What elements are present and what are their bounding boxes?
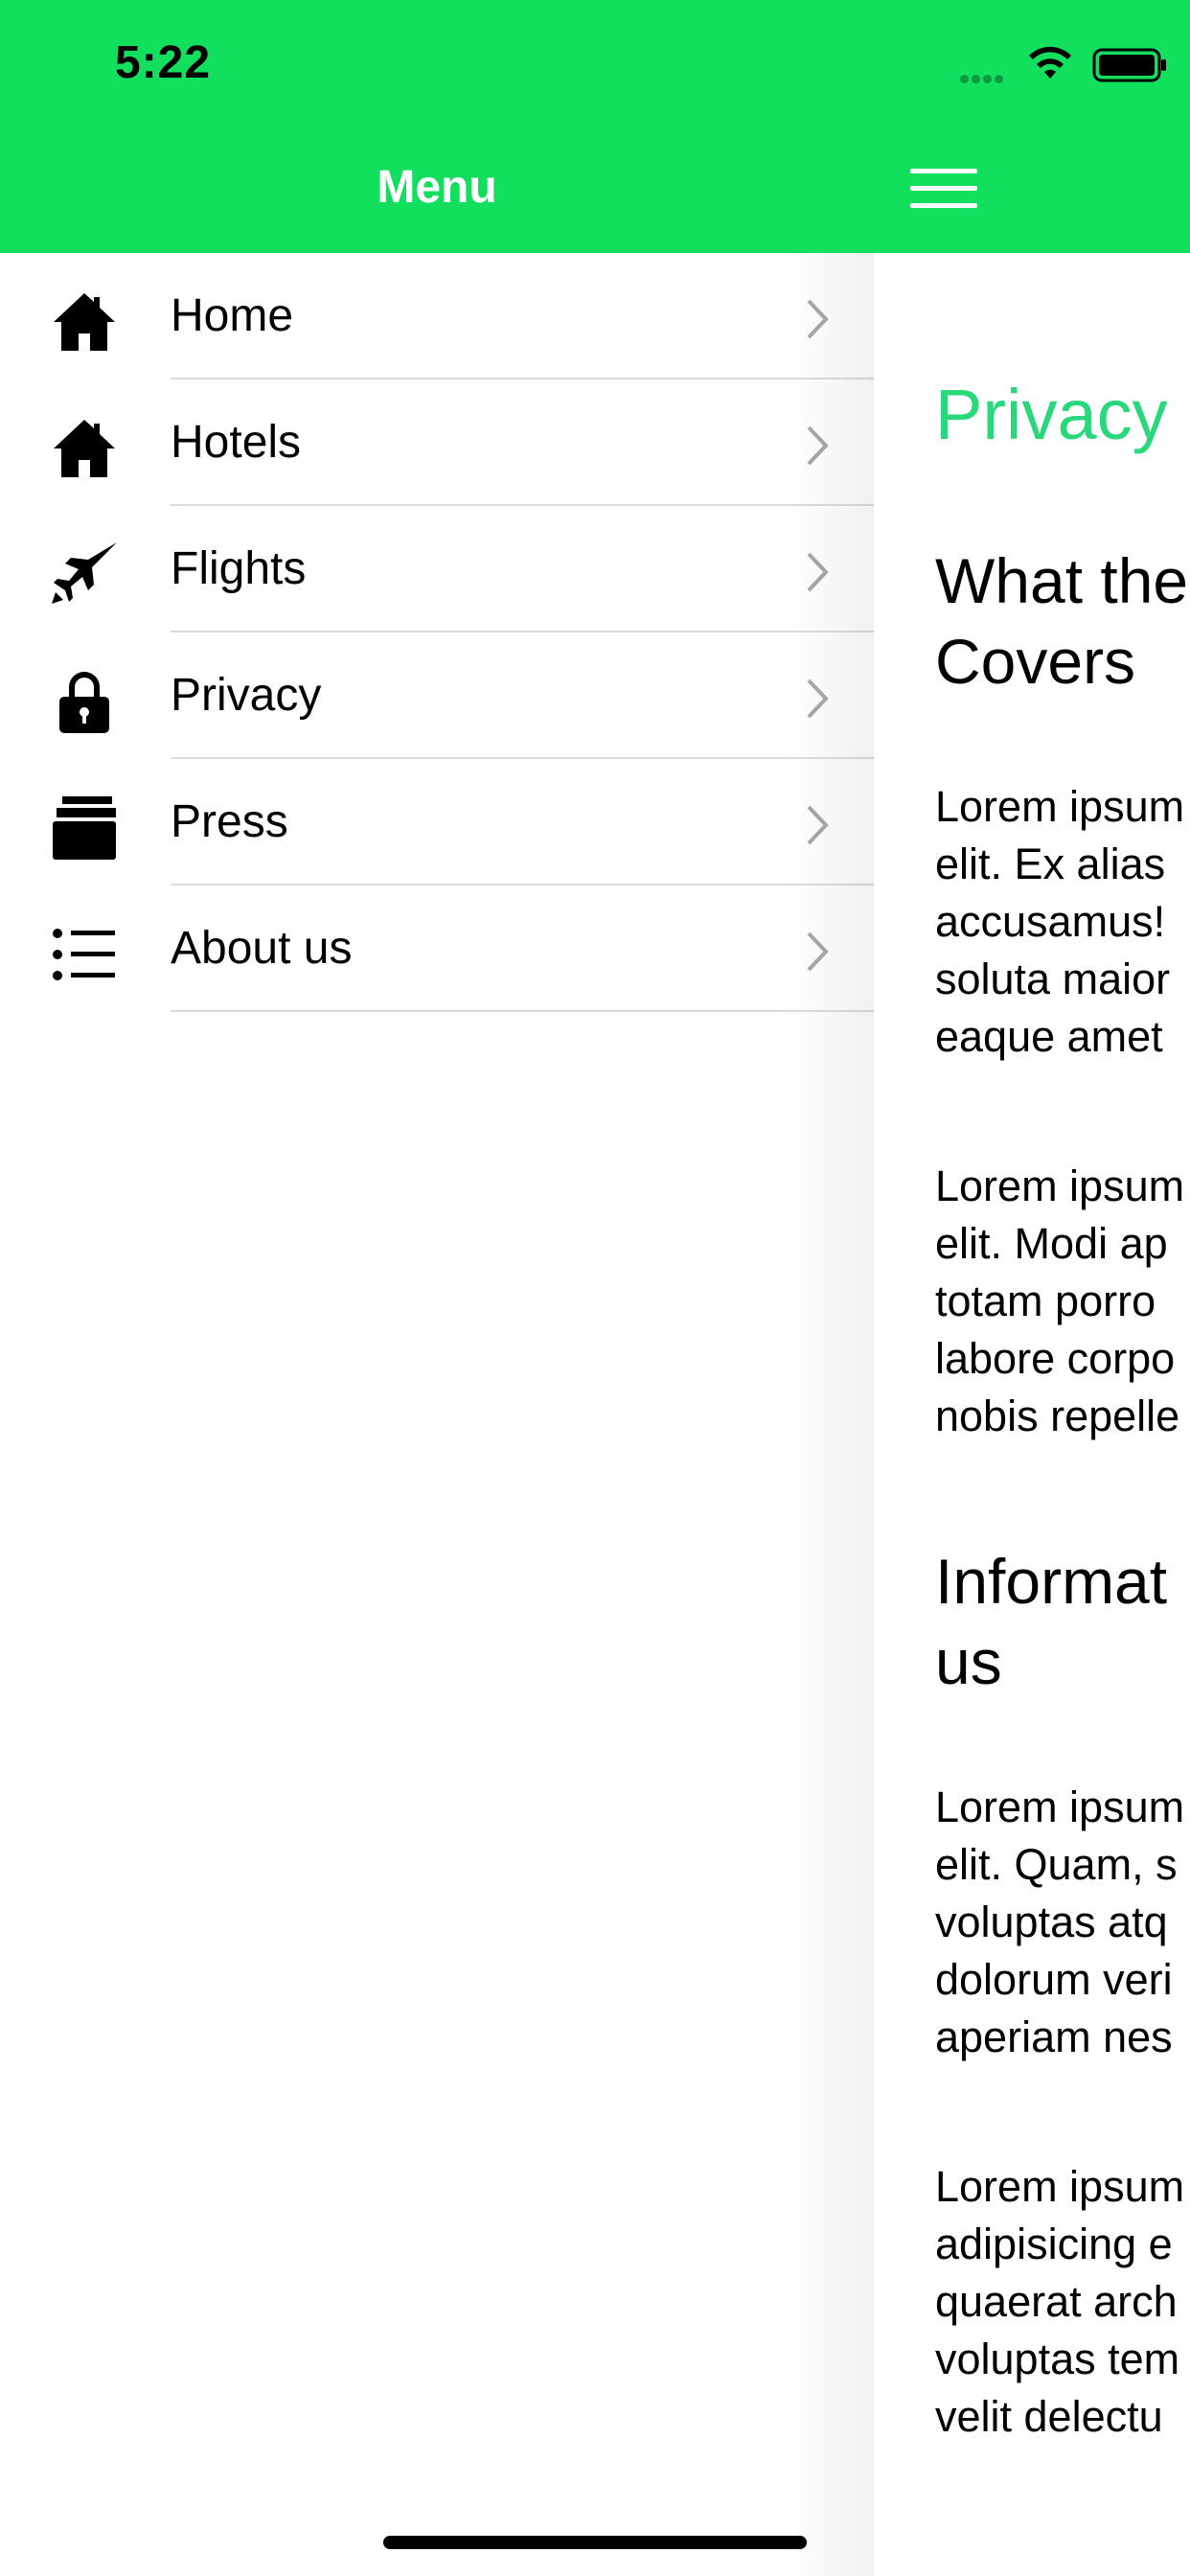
privacy-page[interactable]: Privacy What the Covers Lorem ipsum elit.… — [874, 253, 1190, 2576]
signal-icon — [960, 71, 1006, 88]
home-icon — [50, 414, 119, 483]
menu-item-about-us[interactable]: About us — [0, 886, 874, 1012]
menu-item-hotels[interactable]: Hotels — [0, 380, 874, 506]
lock-icon — [50, 667, 119, 736]
menu-title: Menu — [377, 162, 497, 213]
chevron-right-icon — [807, 932, 829, 972]
home-icon — [50, 288, 119, 356]
menu-item-privacy[interactable]: Privacy — [0, 632, 874, 759]
printer-icon — [50, 794, 119, 862]
jet-icon — [50, 540, 119, 610]
chevron-right-icon — [807, 299, 829, 339]
list-icon — [50, 920, 119, 989]
page-title: Privacy — [935, 375, 1168, 454]
home-indicator[interactable] — [383, 2536, 807, 2549]
menu-item-home[interactable]: Home — [0, 253, 874, 380]
menu-item-label: About us — [171, 923, 353, 974]
paragraph: Lorem ipsum elit. Quam, s voluptas atq dolo… — [935, 1782, 1185, 2061]
chevron-right-icon — [807, 678, 829, 719]
menu-item-flights[interactable]: Flights — [0, 506, 874, 632]
menu-item-label: Press — [171, 796, 288, 847]
menu-item-label: Privacy — [171, 670, 322, 721]
menu-item-press[interactable]: Press — [0, 759, 874, 886]
status-icons — [903, 38, 1190, 96]
paragraph: Lorem ipsum elit. Ex alias accusamus! solut… — [935, 782, 1185, 1061]
section-heading: Informat us — [935, 1546, 1168, 1697]
divider — [171, 1010, 874, 1012]
top-bar: 5:22 Menu — [0, 0, 1190, 253]
menu-item-label: Hotels — [171, 417, 302, 468]
paragraph: Lorem ipsum adipisicing e quaerat arch volu… — [935, 2162, 1185, 2441]
menu-item-label: Home — [171, 290, 294, 341]
chevron-right-icon — [807, 552, 829, 592]
side-drawer: Home Hotels Flights Privacy Press About … — [0, 253, 874, 2576]
chevron-right-icon — [807, 426, 829, 466]
paragraph: Lorem ipsum elit. Modi ap totam porro labor… — [935, 1162, 1185, 1440]
status-time: 5:22 — [115, 37, 212, 88]
chevron-right-icon — [807, 805, 829, 845]
section-heading: What the Covers — [935, 545, 1189, 697]
hamburger-menu-button[interactable] — [910, 167, 981, 215]
wifi-icon — [1029, 46, 1071, 79]
battery-icon — [1092, 48, 1166, 82]
menu-item-label: Flights — [171, 543, 307, 594]
